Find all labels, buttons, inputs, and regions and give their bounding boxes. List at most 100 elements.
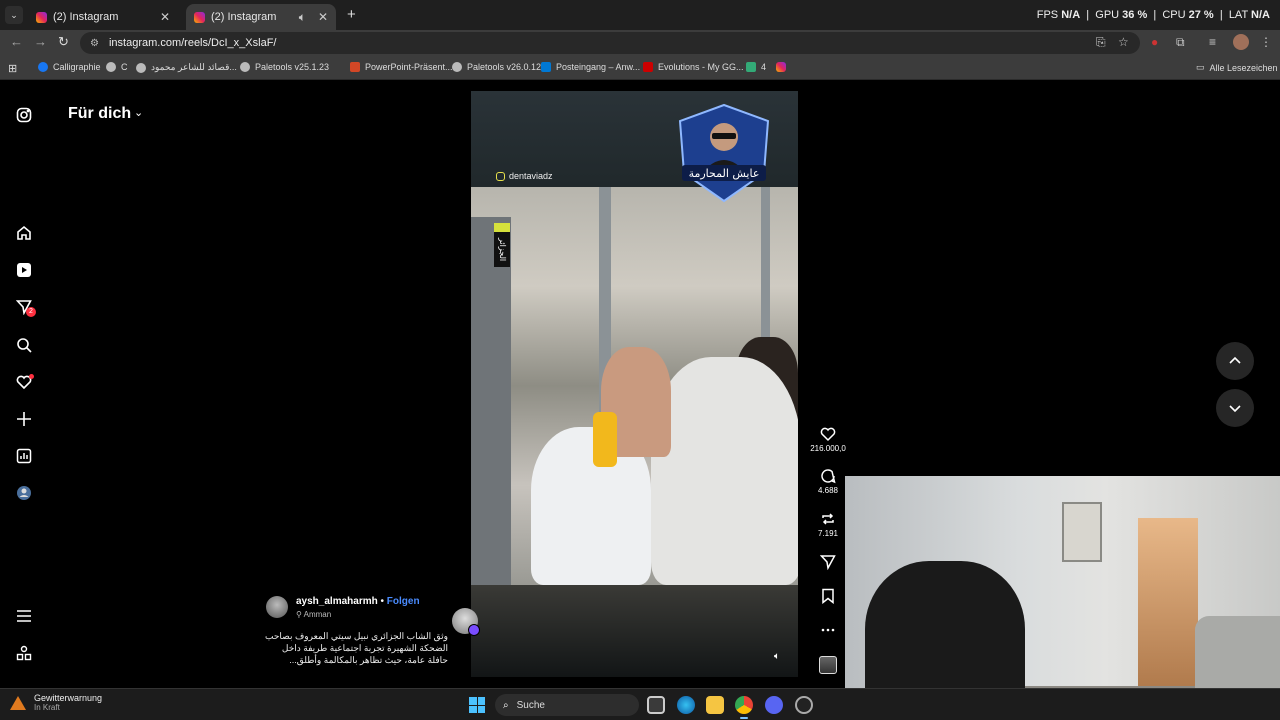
browser-tab-bar: ⌄ (2) Instagram ✕ (2) Instagram 🔈︎ ✕ + F… [0, 0, 1280, 30]
next-reel-button[interactable] [1216, 389, 1254, 427]
discord-icon[interactable] [765, 696, 783, 714]
warning-icon [10, 695, 26, 710]
like-button[interactable]: 216.000,0 [806, 426, 850, 453]
tab-title: (2) Instagram [53, 11, 119, 23]
repost-button[interactable]: 7.191 [806, 511, 850, 538]
reload-icon[interactable]: ↻ [58, 34, 69, 50]
geo-tag: الجزائر [494, 223, 510, 267]
save-button[interactable] [806, 588, 850, 604]
globe-icon [240, 62, 250, 72]
forward-arrow-icon[interactable]: → [34, 34, 47, 49]
location-line[interactable]: ⚲ Amman [296, 610, 331, 619]
task-view-icon[interactable] [647, 696, 665, 714]
bookmark-paletools-26[interactable]: Paletools v26.0.12 [452, 62, 541, 72]
bookmark-c[interactable]: C [106, 62, 128, 72]
new-tab-button[interactable]: + [347, 6, 356, 23]
more-menu-icon[interactable] [16, 608, 32, 624]
tab-instagram-2[interactable]: (2) Instagram 🔈︎ ✕ [186, 4, 336, 30]
gpu-label: GPU [1095, 9, 1120, 21]
back-arrow-icon[interactable]: ← [10, 34, 23, 49]
address-bar[interactable]: ⚙ instagram.com/reels/DcI_x_XslaF/ [80, 32, 1140, 54]
site-info-icon[interactable]: ⚙ [90, 38, 99, 49]
instagram-favicon-icon [36, 11, 47, 23]
bus-scene [471, 187, 798, 585]
globe-icon [136, 62, 146, 73]
profile-icon[interactable] [16, 485, 32, 501]
chevron-up-icon [1229, 356, 1241, 364]
author-avatar[interactable] [266, 596, 288, 618]
reel-caption[interactable]: وثق الشاب الجزائري نبيل سيتي المعروف بصا… [262, 630, 448, 666]
speaker-icon[interactable]: 🔈︎ [299, 10, 306, 25]
bookmark-instagram[interactable] [776, 62, 791, 72]
search-icon: ⌕ [503, 699, 509, 711]
app-icon[interactable] [795, 696, 813, 714]
bookmark-paletools-25[interactable]: Paletools v25.1.23 [240, 62, 329, 72]
weather-widget[interactable]: Gewitterwarnung In Kraft [10, 693, 102, 712]
bookmark-calligraphie[interactable]: Calligraphie [38, 62, 101, 72]
create-plus-icon[interactable] [16, 411, 32, 427]
instagram-logo-icon[interactable] [16, 107, 32, 123]
bookmark-star-icon[interactable]: ☆ [1118, 35, 1129, 49]
folder-icon: ▭ [1196, 62, 1205, 72]
apps-grid-icon[interactable]: ⊞ [8, 62, 17, 75]
feed-title[interactable]: Für dich [68, 105, 131, 123]
share-button[interactable] [806, 554, 850, 570]
browser-toolbar: ← → ↻ ⚙ instagram.com/reels/DcI_x_XslaF/… [0, 30, 1280, 56]
webcam-wall-art [1062, 502, 1102, 562]
extensions-puzzle-icon[interactable]: ⧉ [1176, 35, 1185, 50]
media-controls-icon[interactable]: ≡ [1209, 35, 1216, 49]
taskbar-search[interactable]: ⌕ Suche [495, 694, 639, 716]
install-app-icon[interactable]: ⎘ [1096, 35, 1106, 50]
audio-avatar[interactable] [452, 608, 480, 636]
instagram-outline-icon [496, 171, 505, 181]
bookmark-evolutions[interactable]: Evolutions - My GG... [643, 62, 744, 72]
dashboard-icon[interactable] [16, 448, 32, 464]
notification-dot [29, 374, 34, 379]
bookmark-label: Evolutions - My GG... [658, 62, 744, 72]
app-icon [746, 62, 756, 72]
lat-label: LAT [1228, 9, 1248, 21]
chrome-icon[interactable] [735, 696, 753, 719]
overlay-handle-text: dentaviadz [509, 171, 553, 181]
home-icon[interactable] [16, 225, 32, 241]
overlay-handle: dentaviadz [496, 171, 553, 181]
file-explorer-icon[interactable] [706, 696, 724, 714]
all-bookmarks[interactable]: ▭ Alle Lesezeichen [1196, 62, 1278, 73]
more-options-button[interactable] [806, 622, 850, 638]
tab-close-icon[interactable]: ✕ [160, 10, 170, 24]
comment-button[interactable]: 4.688 [806, 468, 850, 495]
gg-icon [643, 62, 653, 72]
bookmark-poems[interactable]: قصائد للشاعر محمود... [136, 62, 237, 73]
reel-video[interactable]: عايش المحارمة dentaviadz الجزائر 🔈︎ [471, 91, 798, 677]
extension-avatar-icon[interactable]: ● [1151, 35, 1158, 49]
speaker-icon[interactable]: 🔈︎ [774, 651, 780, 662]
svg-text:عايش المحارمة: عايش المحارمة [689, 167, 760, 180]
bookmark-powerpoint[interactable]: PowerPoint-Präsent... [350, 62, 453, 72]
follow-button[interactable]: Folgen [387, 596, 420, 607]
author-username[interactable]: aysh_almaharmh [296, 596, 378, 607]
profile-avatar[interactable] [1233, 34, 1249, 50]
bookmark-4[interactable]: 4 [746, 62, 766, 72]
reels-icon[interactable] [16, 262, 32, 278]
also-from-meta-icon[interactable] [16, 645, 32, 661]
search-icon[interactable] [16, 337, 32, 353]
comment-count: 4.688 [817, 486, 839, 495]
tab-title: (2) Instagram [211, 11, 277, 23]
menu-kebab-icon[interactable]: ⋮ [1260, 35, 1272, 49]
tab-instagram-1[interactable]: (2) Instagram ✕ [28, 4, 178, 30]
chevron-down-icon[interactable]: ⌄ [134, 106, 143, 119]
tab-close-icon[interactable]: ✕ [318, 10, 328, 24]
stop-button [593, 412, 617, 467]
edge-icon[interactable] [677, 696, 695, 714]
author-line: aysh_almaharmh • Folgen [296, 596, 420, 607]
windows-start-icon[interactable] [469, 697, 485, 713]
cpu-value: 27 % [1188, 9, 1214, 21]
globe-icon [452, 62, 462, 72]
tab-search-button[interactable]: ⌄ [5, 6, 23, 24]
audio-thumbnail[interactable] [819, 656, 837, 674]
previous-reel-button[interactable] [1216, 342, 1254, 380]
bookmark-posteingang[interactable]: Posteingang – Anw... [541, 62, 640, 72]
location-text: Amman [303, 610, 332, 619]
gpu-value: 36 % [1122, 9, 1148, 21]
heart-icon [820, 427, 836, 442]
